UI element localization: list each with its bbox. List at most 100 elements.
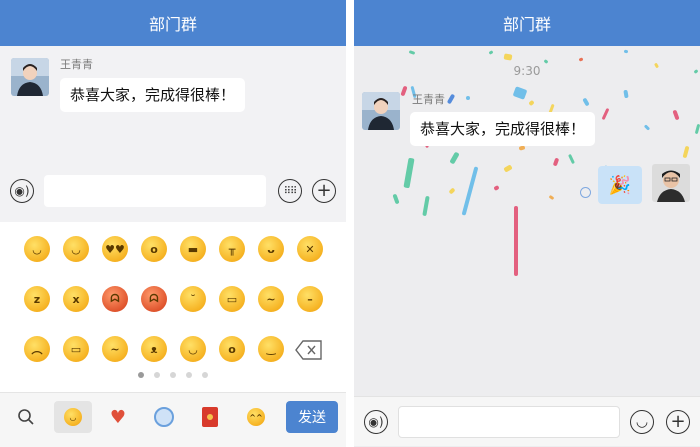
emoji-tab-bar: ◡ ♥ ^^ 发送 (0, 392, 346, 447)
sick-emoji[interactable]: ~ (102, 336, 128, 362)
sending-indicator (580, 187, 591, 198)
heart-eyes-emoji[interactable]: ♥♥ (102, 236, 128, 262)
confetti-piece (392, 193, 400, 205)
crying-emoji[interactable]: ╥ (219, 236, 245, 262)
page-dot[interactable] (138, 372, 144, 378)
confetti-piece (400, 85, 408, 97)
content-emoji[interactable]: ◡ (180, 336, 206, 362)
keyboard-icon: ⠿⠿ (283, 185, 298, 197)
confetti-piece (548, 194, 555, 201)
wink-emoji[interactable]: ˘ (180, 286, 206, 312)
smile-emoji[interactable]: ◡ (24, 236, 50, 262)
sender-name: 王青青 (412, 93, 445, 106)
more-button[interactable]: + (666, 410, 690, 434)
confetti-piece (503, 53, 513, 61)
confetti-piece (582, 97, 590, 107)
surprised-emoji[interactable]: o (141, 236, 167, 262)
sleepy-emoji[interactable]: z (24, 286, 50, 312)
grin-emoji[interactable]: ▭ (219, 286, 245, 312)
confetti-animation (354, 46, 700, 396)
message-bubble[interactable]: 恭喜大家，完成得很棒！ (410, 112, 596, 146)
page-dot[interactable] (170, 372, 176, 378)
voice-button[interactable]: ◉) (10, 179, 34, 203)
confetti-piece (601, 107, 610, 121)
emoji-button[interactable]: ◡ (630, 410, 654, 434)
confetti-piece (528, 99, 535, 107)
my-avatar[interactable] (652, 164, 690, 202)
neutral-emoji[interactable]: – (297, 286, 323, 312)
confetti-piece (682, 145, 690, 159)
blush-emoji[interactable]: ◡ (63, 236, 89, 262)
confetti-piece (672, 109, 680, 121)
screen: 部门群 王青青 恭喜大家，完成得很棒！ ◉) ⠿⠿ + ◡ ◡ ♥♥ o ▬ ╥… (0, 0, 700, 447)
sender-name: 王青青 (60, 58, 93, 71)
search-icon[interactable] (8, 401, 44, 433)
message-list: 王青青 恭喜大家，完成得很棒！ (0, 46, 346, 166)
input-bar: ◉) ⠿⠿ + (0, 166, 346, 216)
plus-icon: + (316, 180, 332, 201)
confetti-piece (449, 151, 460, 165)
confetti-piece (466, 96, 470, 100)
cold-sweat-emoji[interactable]: o (219, 336, 245, 362)
message-input[interactable] (398, 406, 620, 438)
confetti-piece (461, 166, 479, 216)
smiley-icon: ◡ (635, 414, 649, 430)
keyboard-button[interactable]: ⠿⠿ (278, 179, 302, 203)
confetti-piece (623, 89, 629, 99)
message-input[interactable] (44, 175, 266, 207)
furious-emoji[interactable]: ᗣ (141, 286, 167, 312)
page-indicator (0, 372, 346, 378)
confetti-piece (643, 124, 651, 131)
voice-icon: ◉) (14, 184, 30, 198)
confetti-piece (503, 164, 513, 173)
thinking-emoji[interactable]: ~ (258, 286, 284, 312)
angry-red-emoji[interactable]: ᗣ (102, 286, 128, 312)
divider (346, 0, 354, 447)
confetti-piece (578, 57, 584, 62)
sad-emoji[interactable]: ︵ (24, 336, 50, 362)
confetti-piece (493, 185, 500, 191)
plus-icon: + (670, 411, 686, 432)
avatar[interactable] (362, 92, 400, 130)
sent-emoji-bubble[interactable]: 🎉 (598, 166, 642, 204)
page-dot[interactable] (202, 372, 208, 378)
party-popper-icon: 🎉 (608, 174, 632, 196)
timestamp: 9:30 (513, 64, 541, 78)
voice-button[interactable]: ◉) (364, 410, 388, 434)
message-bubble[interactable]: 恭喜大家，完成得很棒！ (60, 78, 246, 112)
page-dot[interactable] (186, 372, 192, 378)
emoji-tab-icon[interactable]: ◡ (54, 401, 92, 433)
more-button[interactable]: + (312, 179, 336, 203)
confetti-piece (514, 206, 518, 276)
confetti-piece (552, 157, 560, 167)
confetti-piece (694, 123, 700, 135)
avatar[interactable] (11, 58, 49, 96)
sweat-smile-tab-icon[interactable]: ^^ (238, 401, 274, 433)
dizzy-emoji[interactable]: x (63, 286, 89, 312)
red-packet-icon[interactable] (192, 401, 228, 433)
laughing-emoji[interactable]: ▭ (63, 336, 89, 362)
mouth-taped-emoji[interactable]: ✕ (297, 236, 323, 262)
input-bar: ◉) ◡ + (354, 396, 700, 446)
confetti-piece (448, 187, 456, 195)
confetti-piece (568, 153, 575, 165)
cool-emoji[interactable]: ▬ (180, 236, 206, 262)
smirk-emoji[interactable]: ‿ (258, 336, 284, 362)
yum-emoji[interactable]: ᴗ (258, 236, 284, 262)
sticker-tab-icon[interactable] (146, 401, 182, 433)
voice-icon: ◉) (368, 415, 384, 429)
confetti-piece (446, 93, 456, 105)
confetti-piece (408, 50, 416, 55)
backspace-icon[interactable] (295, 340, 323, 360)
confetti-piece (623, 49, 629, 54)
confetti-piece (512, 86, 528, 100)
title-bar: 部门群 (0, 0, 346, 46)
send-button[interactable]: 发送 (286, 401, 338, 433)
shushing-emoji[interactable]: ᴥ (141, 336, 167, 362)
chat-panel-confetti: 部门群 9:30 王青青 恭喜大家，完成得很棒！ 🎉 ◉) ◡ + (354, 0, 700, 447)
page-dot[interactable] (154, 372, 160, 378)
title-bar: 部门群 (354, 0, 700, 46)
confetti-piece (403, 157, 415, 189)
confetti-piece (422, 195, 430, 217)
heart-tab-icon[interactable]: ♥ (100, 401, 136, 433)
